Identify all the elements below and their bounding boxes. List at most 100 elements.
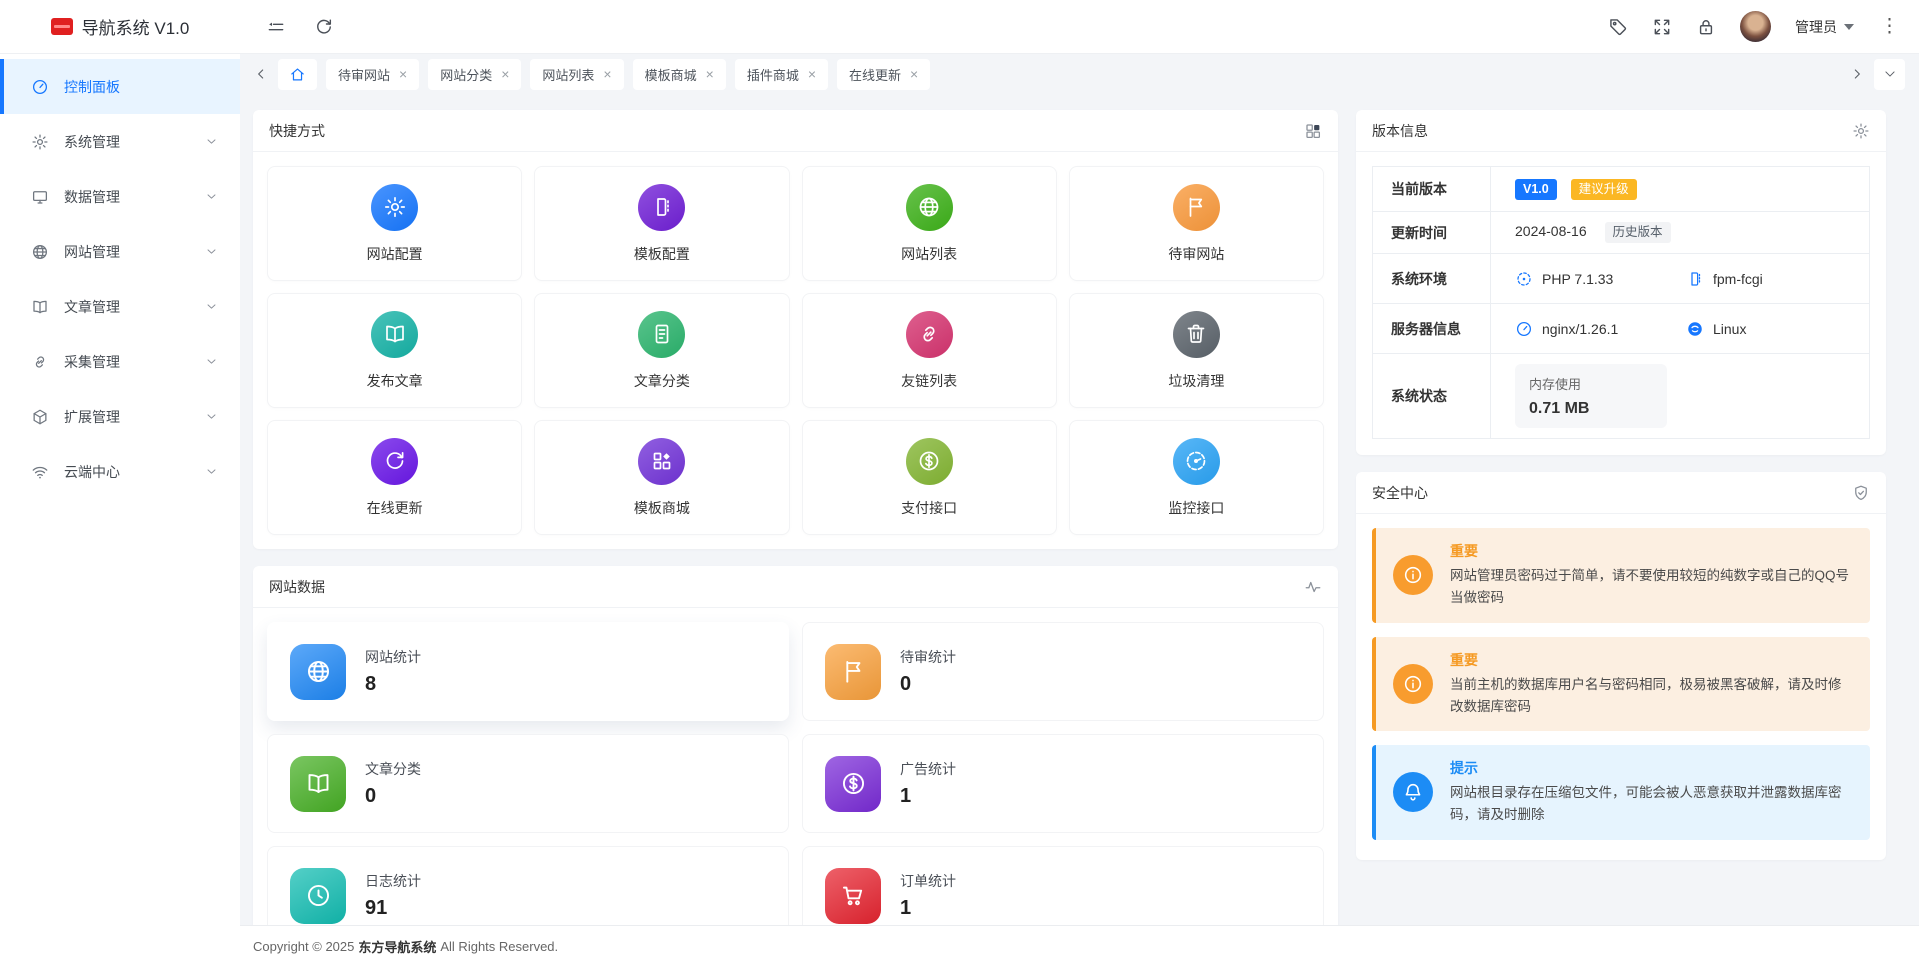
shortcut-template-config[interactable]: 模板配置 xyxy=(534,166,789,281)
shield-check-icon[interactable] xyxy=(1852,484,1870,502)
version-info-panel: 版本信息 当前版本 V1.0 建议升级 更新时间 2024-08-16 历史版本 xyxy=(1356,110,1886,455)
chevron-down-icon xyxy=(205,465,218,478)
avatar[interactable] xyxy=(1740,11,1771,42)
alert-text: 网站根目录存在压缩包文件，可能会被人恶意获取并泄露数据库密码，请及时删除 xyxy=(1450,782,1854,827)
tabs-scroll-right-icon[interactable] xyxy=(1849,66,1865,82)
tab-item[interactable]: 插件商城× xyxy=(735,59,828,90)
gear-icon[interactable] xyxy=(1852,122,1870,140)
sidebar-item-extensions[interactable]: 扩展管理 xyxy=(0,389,240,444)
nginx-icon xyxy=(1515,320,1533,338)
sidebar: 控制面板 系统管理 数据管理 网站管理 文章管理 采集管理 扩展管理 云端中心 xyxy=(0,54,240,966)
tab-item[interactable]: 网站列表 × xyxy=(530,59,623,90)
book-icon xyxy=(305,770,332,797)
tabs-scroll-left-icon[interactable] xyxy=(253,66,269,82)
os-name: Linux xyxy=(1713,321,1746,337)
lock-icon[interactable] xyxy=(1696,17,1716,37)
security-alert: 重要 当前主机的数据库用户名与密码相同，极易被黑客破解，请及时修改数据库密码 xyxy=(1372,637,1870,732)
user-menu[interactable]: 管理员 xyxy=(1795,17,1854,37)
close-icon[interactable]: × xyxy=(910,67,918,81)
stat-card-article-category[interactable]: 文章分类0 xyxy=(267,734,789,833)
link-icon xyxy=(917,322,941,346)
username: 管理员 xyxy=(1795,17,1837,37)
version-row-label: 系统环境 xyxy=(1373,254,1491,304)
sidebar-item-label: 系统管理 xyxy=(64,132,190,152)
close-icon[interactable]: × xyxy=(501,67,509,81)
sidebar-item-collect[interactable]: 采集管理 xyxy=(0,334,240,389)
shortcut-payment-api[interactable]: 支付接口 xyxy=(802,420,1057,535)
sidebar-item-dashboard[interactable]: 控制面板 xyxy=(0,59,240,114)
chevron-down-icon xyxy=(205,190,218,203)
apps-grid-icon[interactable] xyxy=(1304,122,1322,140)
shortcut-article-category[interactable]: 文章分类 xyxy=(534,293,789,408)
tag-icon[interactable] xyxy=(1608,17,1628,37)
alert-title: 提示 xyxy=(1450,758,1854,778)
upgrade-badge[interactable]: 建议升级 xyxy=(1571,179,1637,200)
info-circle-icon xyxy=(1393,555,1433,595)
refresh-icon[interactable] xyxy=(314,17,334,37)
footer: Copyright © 2025 东方导航系统 All Rights Reser… xyxy=(240,925,1919,966)
php-version: PHP 7.1.33 xyxy=(1542,271,1613,287)
document-icon xyxy=(650,322,674,346)
shortcut-monitor-api[interactable]: 监控接口 xyxy=(1069,420,1324,535)
fullscreen-icon[interactable] xyxy=(1652,17,1672,37)
cart-icon xyxy=(840,882,867,909)
tabstrip: 待审网站× 网站分类 × 网站列表 × 模板商城× 插件商城× 在线更新 × xyxy=(240,54,1919,94)
home-icon xyxy=(289,66,306,83)
activity-icon[interactable] xyxy=(1304,578,1322,596)
close-icon[interactable]: × xyxy=(706,67,714,81)
close-icon[interactable]: × xyxy=(808,67,816,81)
tab-home[interactable] xyxy=(278,59,317,90)
bell-icon xyxy=(1393,772,1433,812)
panel-title: 快捷方式 xyxy=(269,121,325,141)
stat-card-sites[interactable]: 网站统计8 xyxy=(267,622,789,721)
tab-label: 网站列表 xyxy=(542,65,594,84)
shortcut-site-list[interactable]: 网站列表 xyxy=(802,166,1057,281)
sidebar-item-data[interactable]: 数据管理 xyxy=(0,169,240,224)
shortcut-site-config[interactable]: 网站配置 xyxy=(267,166,522,281)
shortcut-trash-clean[interactable]: 垃圾清理 xyxy=(1069,293,1324,408)
tab-item[interactable]: 在线更新 × xyxy=(837,59,930,90)
stat-card-ads[interactable]: 广告统计1 xyxy=(802,734,1324,833)
close-icon[interactable]: × xyxy=(399,67,407,81)
gear-icon xyxy=(383,195,407,219)
flag-icon xyxy=(840,658,867,685)
panel-title: 网站数据 xyxy=(269,577,325,597)
topbar: 导航系统 V1.0 管理员 ⋮ xyxy=(0,0,1919,54)
shortcut-pending-sites[interactable]: 待审网站 xyxy=(1069,166,1324,281)
globe-icon xyxy=(917,195,941,219)
shortcut-online-update[interactable]: 在线更新 xyxy=(267,420,522,535)
stat-card-pending[interactable]: 待审统计0 xyxy=(802,622,1324,721)
alert-text: 网站管理员密码过于简单，请不要使用较短的纯数字或自己的QQ号当做密码 xyxy=(1450,565,1854,610)
tab-item[interactable]: 模板商城× xyxy=(633,59,726,90)
close-icon[interactable]: × xyxy=(603,67,611,81)
sidebar-item-label: 数据管理 xyxy=(64,187,190,207)
shortcut-friend-links[interactable]: 友链列表 xyxy=(802,293,1057,408)
more-menu-icon[interactable]: ⋮ xyxy=(1878,15,1901,38)
sidebar-item-system[interactable]: 系统管理 xyxy=(0,114,240,169)
sidebar-item-articles[interactable]: 文章管理 xyxy=(0,279,240,334)
web-server: nginx/1.26.1 xyxy=(1542,321,1618,337)
tabs-dropdown-button[interactable] xyxy=(1874,59,1905,90)
version-row-label: 当前版本 xyxy=(1373,167,1491,212)
tab-label: 在线更新 xyxy=(849,65,901,84)
template-icon xyxy=(650,195,674,219)
sidebar-item-website[interactable]: 网站管理 xyxy=(0,224,240,279)
history-versions-badge[interactable]: 历史版本 xyxy=(1605,222,1671,243)
globe-icon xyxy=(305,658,332,685)
brand[interactable]: 导航系统 V1.0 xyxy=(0,0,240,53)
shortcut-template-store[interactable]: 模板商城 xyxy=(534,420,789,535)
collapse-sidebar-icon[interactable] xyxy=(266,17,286,37)
refresh-icon xyxy=(383,449,407,473)
caret-down-icon xyxy=(1844,24,1854,30)
chevron-down-icon xyxy=(205,410,218,423)
shortcuts-panel: 快捷方式 网站配置 模板配置 网站列表 xyxy=(253,110,1338,549)
tab-item[interactable]: 网站分类 × xyxy=(428,59,521,90)
tab-label: 网站分类 xyxy=(440,65,492,84)
sapi-icon xyxy=(1686,270,1704,288)
shortcut-publish-article[interactable]: 发布文章 xyxy=(267,293,522,408)
memory-usage-box: 内存使用 0.71 MB xyxy=(1515,364,1667,428)
sidebar-item-cloud[interactable]: 云端中心 xyxy=(0,444,240,499)
security-alert: 提示 网站根目录存在压缩包文件，可能会被人恶意获取并泄露数据库密码，请及时删除 xyxy=(1372,745,1870,840)
sidebar-item-label: 网站管理 xyxy=(64,242,190,262)
tab-item[interactable]: 待审网站× xyxy=(326,59,419,90)
